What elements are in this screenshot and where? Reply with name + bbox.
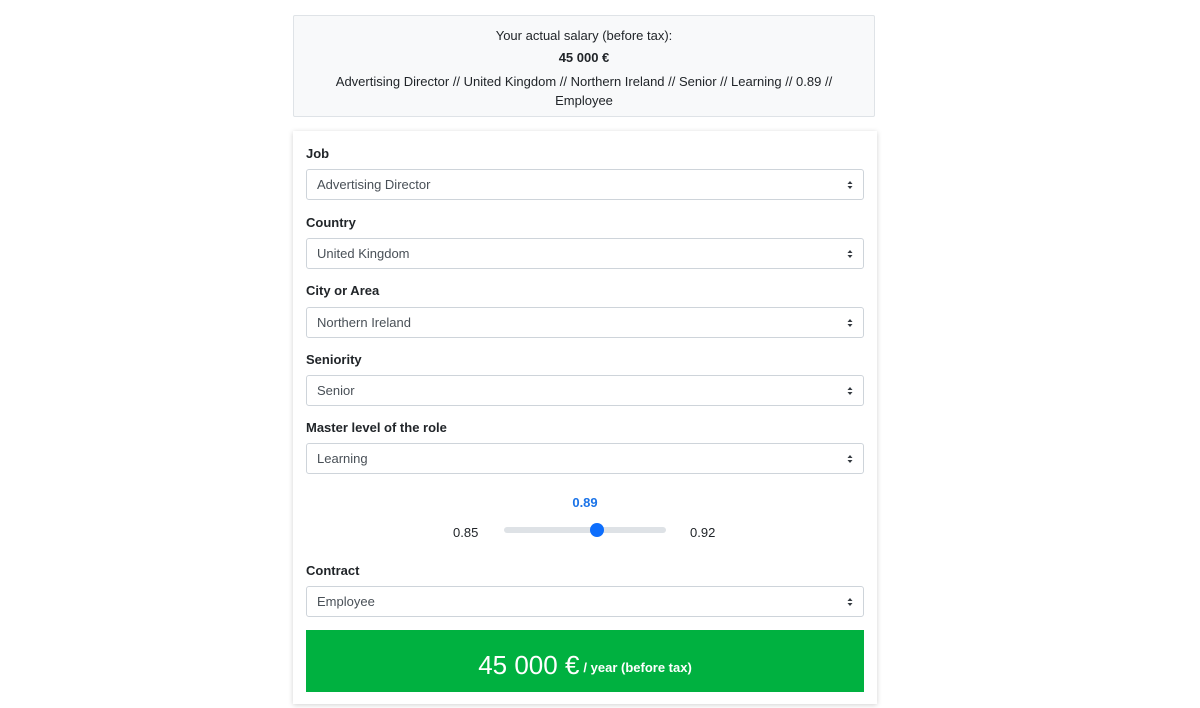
slider-thumb[interactable]: [589, 523, 604, 537]
select-arrows-icon: [847, 181, 853, 189]
select-arrows-icon: [847, 250, 853, 258]
job-select[interactable]: Advertising Director: [306, 169, 864, 200]
contract-label: Contract: [306, 563, 360, 578]
select-arrows-icon: [847, 387, 853, 395]
city-select-value: Northern Ireland: [317, 315, 411, 330]
country-select-value: United Kingdom: [317, 246, 410, 261]
country-select[interactable]: United Kingdom: [306, 238, 864, 269]
city-select[interactable]: Northern Ireland: [306, 307, 864, 338]
summary-details-text: Advertising Director // United Kingdom /…: [335, 74, 833, 108]
city-label: City or Area: [306, 283, 380, 298]
job-label: Job: [306, 146, 330, 161]
contract-select[interactable]: Employee: [306, 586, 864, 617]
salary-result-banner: 45 000 € / year (before tax): [306, 630, 864, 692]
seniority-select[interactable]: Senior: [306, 375, 864, 406]
master-level-label: Master level of the role: [306, 420, 447, 435]
result-period: / year (before tax): [583, 660, 692, 675]
slider-max-label: 0.92: [690, 525, 716, 540]
seniority-label: Seniority: [306, 352, 362, 367]
salary-form-card: Job Advertising Director Country United …: [293, 131, 877, 704]
country-label: Country: [306, 215, 356, 230]
select-arrows-icon: [847, 455, 853, 463]
result-amount: 45 000 €: [478, 650, 580, 680]
level-slider[interactable]: [504, 523, 666, 537]
seniority-select-value: Senior: [317, 383, 355, 398]
job-select-value: Advertising Director: [317, 177, 431, 192]
salary-summary-panel: Your actual salary (before tax): 45 000 …: [293, 15, 875, 117]
select-arrows-icon: [847, 319, 853, 327]
slider-min-label: 0.85: [453, 525, 479, 540]
summary-intro-text: Your actual salary (before tax):: [495, 28, 673, 43]
master-level-select-value: Learning: [317, 451, 368, 466]
summary-salary-amount: 45 000 €: [558, 50, 610, 65]
contract-select-value: Employee: [317, 594, 375, 609]
master-level-select[interactable]: Learning: [306, 443, 864, 474]
select-arrows-icon: [847, 598, 853, 606]
slider-current-value: 0.89: [572, 495, 598, 510]
